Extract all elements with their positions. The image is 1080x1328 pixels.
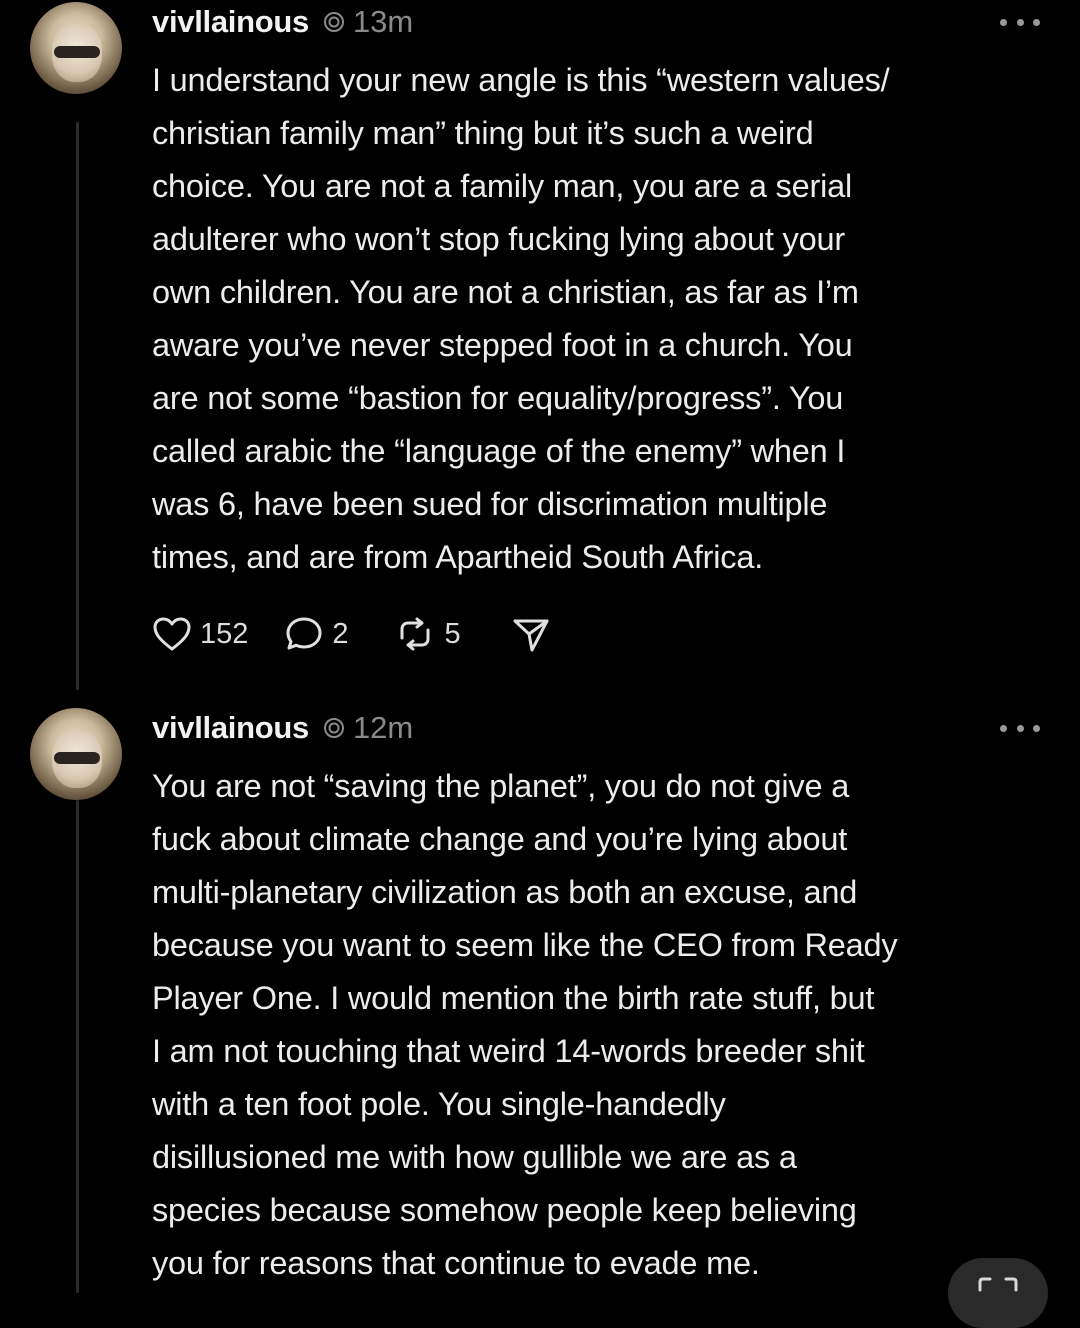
post-text-line: I am not touching that weird 14-words br… (152, 1033, 865, 1069)
post-text-line: species because somehow people keep beli… (152, 1192, 857, 1228)
expand-button[interactable] (948, 1258, 1048, 1328)
expand-icon (978, 1277, 1018, 1292)
thread-line (76, 122, 79, 690)
heart-icon (153, 617, 191, 651)
post-text-line: Player One. I would mention the birth ra… (152, 980, 875, 1016)
post-body: You are not “saving the planet”, you do … (152, 760, 1057, 1290)
post-text-line: fuck about climate change and you’re lyi… (152, 821, 848, 857)
post-text-line: You are not “saving the planet”, you do … (152, 768, 850, 804)
post-text-line: choice. You are not a family man, you ar… (152, 168, 852, 204)
post-text-line: I understand your new angle is this “wes… (152, 62, 890, 98)
reply-count: 2 (332, 617, 349, 650)
post-text-line: was 6, have been sued for discrimation m… (152, 486, 828, 522)
username[interactable]: vivllainous (152, 4, 309, 40)
post-text-line: christian family man” thing but it’s suc… (152, 115, 814, 151)
clock-icon (323, 12, 344, 32)
like-count: 152 (200, 617, 249, 650)
repost-icon (400, 617, 430, 651)
post-text-line: own children. You are not a christian, a… (152, 274, 859, 310)
post-text-line: disillusioned me with how gullible we ar… (152, 1139, 797, 1175)
reply-button[interactable]: 2 (284, 615, 349, 653)
avatar[interactable] (30, 2, 122, 94)
post-text-line: multi-planetary civilization as both an … (152, 874, 858, 910)
post-text-line: you for reasons that continue to evade m… (152, 1245, 760, 1281)
more-icon[interactable] (1000, 722, 1040, 734)
timestamp: 13m (352, 4, 414, 39)
post-text-line: times, and are from Apartheid South Afri… (152, 539, 764, 575)
clock-icon (323, 718, 344, 738)
post-body: I understand your new angle is this “wes… (152, 54, 1057, 584)
post-text-line: aware you’ve never stepped foot in a chu… (152, 327, 853, 363)
send-icon (513, 619, 549, 652)
repost-button[interactable]: 5 (393, 616, 461, 652)
post-header: vivllainous 13m (152, 0, 413, 44)
timestamp: 12m (352, 710, 414, 745)
thread-line (76, 800, 79, 1293)
post-text-line: called arabic the “language of the enemy… (152, 433, 846, 469)
more-icon[interactable] (1000, 16, 1040, 28)
avatar[interactable] (30, 708, 122, 800)
post-header: vivllainous 12m (152, 706, 413, 750)
post-text-line: adulterer who won’t stop fucking lying a… (152, 221, 845, 257)
action-bar: 152 2 5 (152, 612, 589, 656)
repost-count: 5 (444, 617, 461, 650)
post-text-line: are not some “bastion for equality/progr… (152, 380, 844, 416)
post-text-line: with a ten foot pole. You single-handedl… (152, 1086, 726, 1122)
comment-icon (286, 617, 322, 650)
like-button[interactable]: 152 (152, 616, 248, 652)
post-text-line: because you want to seem like the CEO fr… (152, 927, 898, 963)
share-button[interactable] (511, 615, 559, 653)
username[interactable]: vivllainous (152, 710, 309, 746)
